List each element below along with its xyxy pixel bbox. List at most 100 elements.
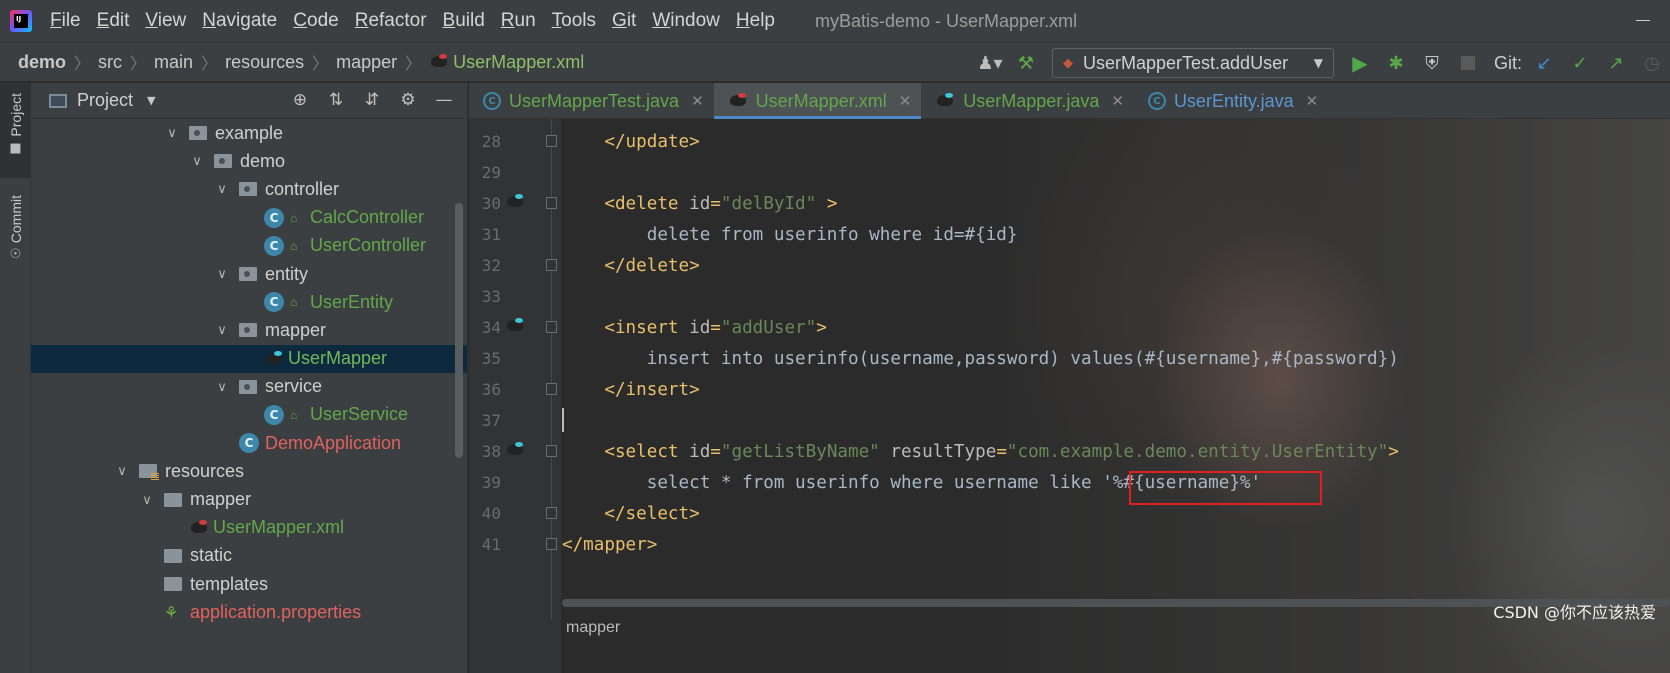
code-line[interactable]: 30 <delete id="delById" > <box>469 188 1670 219</box>
fold-marker-icon[interactable] <box>546 135 557 147</box>
code-line[interactable]: 41 </mapper> <box>469 529 1670 560</box>
menu-item-window[interactable]: Window <box>652 10 720 32</box>
chevron-down-icon[interactable]: ∨ <box>215 322 229 338</box>
code-line[interactable]: 40 </select> <box>469 498 1670 529</box>
mybatis-navigate-icon[interactable] <box>505 194 525 210</box>
git-push-arrow-icon[interactable]: ↗ <box>1605 52 1627 74</box>
tree-item[interactable]: ⚘ application.properties <box>31 598 467 626</box>
tree-item[interactable]: ∨ mapper <box>31 316 467 344</box>
code-line[interactable]: 33 <box>469 281 1670 312</box>
menu-item-file[interactable]: File <box>50 10 81 32</box>
menu-item-run[interactable]: Run <box>501 10 536 32</box>
tree-item[interactable]: ∨ controller <box>31 175 467 203</box>
tree-item[interactable]: static <box>31 542 467 570</box>
tree-item[interactable]: ∨ demo <box>31 147 467 175</box>
tree-item[interactable]: UserMapper.xml <box>31 514 467 542</box>
chevron-down-icon[interactable]: ∨ <box>215 379 229 395</box>
breadcrumb-item[interactable]: mapper <box>336 52 397 73</box>
code-line[interactable]: 31 delete from userinfo where id=#{id} <box>469 219 1670 250</box>
fold-marker-icon[interactable] <box>546 197 557 209</box>
code-line[interactable]: 32 </delete> <box>469 250 1670 281</box>
breadcrumb-item[interactable]: src <box>98 52 122 73</box>
run-configuration-select[interactable]: ◆ UserMapperTest.addUser ▼ <box>1051 48 1334 78</box>
git-history-clock-icon[interactable]: ◷ <box>1641 52 1663 74</box>
menu-item-help[interactable]: Help <box>736 10 775 32</box>
editor-tab[interactable]: UserMapper.java ✕ <box>921 83 1134 119</box>
hide-minus-icon[interactable]: — <box>433 89 455 111</box>
fold-marker-icon[interactable] <box>546 321 557 333</box>
chevron-down-icon[interactable]: ∨ <box>115 463 129 479</box>
mybatis-navigate-icon[interactable] <box>505 442 525 458</box>
run-icon[interactable]: ▶ <box>1349 51 1371 75</box>
debug-bug-icon[interactable]: ✱ <box>1385 52 1407 74</box>
code-line[interactable]: 36 </insert> <box>469 374 1670 405</box>
menu-item-git[interactable]: Git <box>612 10 636 32</box>
code-line[interactable]: 35 insert into userinfo(username,passwor… <box>469 343 1670 374</box>
chevron-down-icon[interactable]: ∨ <box>140 492 154 508</box>
editor-tab[interactable]: UserMapper.xml ✕ <box>713 83 922 120</box>
caret-down-icon[interactable]: ▼ <box>147 94 155 107</box>
tree-item[interactable]: ∨ service <box>31 373 467 401</box>
code-line[interactable]: 29 <box>469 157 1670 188</box>
fold-marker-icon[interactable] <box>546 383 557 395</box>
close-icon[interactable]: ✕ <box>1111 92 1124 110</box>
menu-item-navigate[interactable]: Navigate <box>202 10 277 32</box>
close-icon[interactable]: ✕ <box>899 92 912 110</box>
code-line[interactable]: 38 <select id="getListByName" resultType… <box>469 436 1670 467</box>
locate-target-icon[interactable]: ⊕ <box>289 89 311 111</box>
fold-marker-icon[interactable] <box>546 445 557 457</box>
close-icon[interactable]: ✕ <box>1306 92 1319 110</box>
breadcrumb-item[interactable]: demo <box>18 52 66 73</box>
chevron-down-icon[interactable]: ∨ <box>190 153 204 169</box>
close-icon[interactable]: ✕ <box>691 92 704 110</box>
build-hammer-icon[interactable]: ⚒ <box>1015 52 1037 74</box>
user-icon[interactable]: ♟▾ <box>977 52 1002 74</box>
editor-breadcrumb[interactable]: mapper <box>566 619 620 637</box>
code-line[interactable]: 39 select * from userinfo where username… <box>469 467 1670 498</box>
code-line[interactable]: 34 <insert id="addUser"> <box>469 312 1670 343</box>
editor-tab[interactable]: C UserMapperTest.java ✕ <box>469 83 714 119</box>
collapse-all-icon[interactable]: ⇵ <box>361 89 383 111</box>
fold-marker-icon[interactable] <box>546 259 557 271</box>
tree-item[interactable]: C ⌂ UserController <box>31 232 467 260</box>
menu-item-build[interactable]: Build <box>443 10 485 32</box>
editor-tab[interactable]: C UserEntity.java ✕ <box>1134 83 1328 119</box>
gear-icon[interactable]: ⚙ <box>397 89 419 111</box>
tree-scrollbar[interactable] <box>455 203 463 458</box>
tree-item[interactable]: C ⌂ CalcController <box>31 204 467 232</box>
mybatis-navigate-icon[interactable] <box>505 318 525 334</box>
stop-icon[interactable] <box>1457 52 1479 74</box>
breadcrumb-current-file[interactable]: UserMapper.xml <box>429 52 584 73</box>
coverage-shield-icon[interactable]: ⛨ <box>1421 52 1443 74</box>
breadcrumb-item[interactable]: resources <box>225 52 304 73</box>
tree-item[interactable]: templates <box>31 570 467 598</box>
code-line[interactable]: 37 <box>469 405 1670 436</box>
menu-item-code[interactable]: Code <box>293 10 338 32</box>
tree-item[interactable]: C ⌂ UserEntity <box>31 288 467 316</box>
expand-all-icon[interactable]: ⇅ <box>325 89 347 111</box>
fold-marker-icon[interactable] <box>546 507 557 519</box>
code-editor[interactable]: 28 </update> 29 30 <delete id="delById" >3… <box>469 119 1670 673</box>
tool-window-tab-commit[interactable]: Commit ☉ <box>0 191 31 281</box>
git-update-arrow-icon[interactable]: ↙ <box>1533 52 1555 74</box>
minimize-icon[interactable] <box>1636 20 1650 21</box>
git-commit-check-icon[interactable]: ✓ <box>1569 52 1591 74</box>
code-line[interactable]: 28 </update> <box>469 126 1670 157</box>
chevron-down-icon[interactable]: ∨ <box>215 266 229 282</box>
chevron-down-icon[interactable]: ∨ <box>165 125 179 141</box>
tool-window-tab-project[interactable]: Project ■ <box>0 83 31 178</box>
project-title[interactable]: Project <box>77 90 133 111</box>
menu-item-view[interactable]: View <box>145 10 186 32</box>
tree-item[interactable]: ∨ resources <box>31 457 467 485</box>
menu-item-tools[interactable]: Tools <box>552 10 596 32</box>
menu-item-edit[interactable]: Edit <box>97 10 130 32</box>
tree-item[interactable]: C DemoApplication <box>31 429 467 457</box>
tree-item[interactable]: ∨ entity <box>31 260 467 288</box>
tree-item[interactable]: UserMapper <box>31 344 467 373</box>
menu-item-refactor[interactable]: Refactor <box>355 10 427 32</box>
breadcrumb-item[interactable]: main <box>154 52 193 73</box>
tree-item[interactable]: ∨ mapper <box>31 485 467 513</box>
chevron-down-icon[interactable]: ∨ <box>215 181 229 197</box>
tree-item[interactable]: C ⌂ UserService <box>31 401 467 429</box>
fold-marker-icon[interactable] <box>546 538 557 550</box>
